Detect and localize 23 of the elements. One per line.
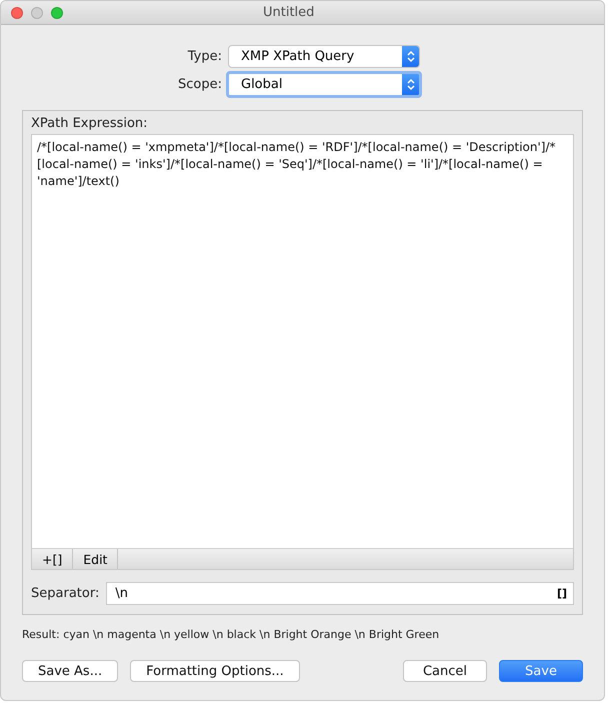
dialog-button[interactable]: Formatting Options... (130, 660, 300, 682)
expression-text: /*[local-name() = 'xmpmeta']/*[local-name() = 'RDF']/*[local-name() = 'Description']/*[local-name() = 'inks']/*[local-name() = 'Seq']/*[local-name() = 'li']/*[local-name() = 'name']/text() (36, 139, 557, 190)
separator-label: Separator: (31, 586, 100, 601)
window-title: Untitled (263, 5, 314, 20)
select-label: Type: (188, 49, 222, 64)
dropdown[interactable]: Global (226, 71, 422, 98)
minimize-icon[interactable] (31, 6, 43, 18)
select-label: Scope: (178, 77, 222, 92)
close-icon[interactable] (11, 6, 23, 18)
dialog-button[interactable]: Save As... (22, 660, 118, 682)
separator-field[interactable]: \n [] (106, 582, 574, 605)
save-button[interactable]: Save (499, 660, 583, 682)
brackets-button[interactable]: [] (556, 587, 567, 600)
expression-label: XPath Expression: (31, 116, 148, 131)
toolbar-button[interactable]: +[] (32, 549, 74, 569)
stepper-icon (402, 46, 419, 67)
dropdown[interactable]: XMP XPath Query (228, 45, 420, 68)
dialog-button[interactable]: Cancel (403, 660, 487, 682)
zoom-icon[interactable] (51, 6, 63, 18)
toolbar-button[interactable]: Edit (73, 549, 118, 569)
stepper-icon (402, 74, 419, 95)
expression-editor[interactable]: /*[local-name() = 'xmpmeta']/*[local-name() = 'RDF']/*[local-name() = 'Description']/*[local-name() = 'inks']/*[local-name() = 'Seq']/*[local-name() = 'li']/*[local-name() = 'name']/text() +[] Edit (31, 134, 574, 570)
result-text: Result: cyan \n magenta \n yellow \n black \n Bright Orange \n Bright Green (22, 628, 440, 641)
